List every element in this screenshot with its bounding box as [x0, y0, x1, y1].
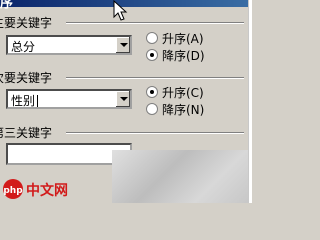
svg-text:中文网: 中文网 — [26, 182, 68, 199]
secondary-ascending-label: 升序(C) — [162, 86, 204, 100]
window-right-edge — [248, 0, 252, 203]
secondary-dropdown-button[interactable] — [115, 91, 130, 107]
secondary-key-combobox[interactable]: 性别 — [6, 89, 132, 109]
secondary-key-value: 性别 — [11, 92, 39, 109]
svg-text:php: php — [3, 186, 23, 196]
watermark-logo-icon: php 中文网 — [3, 179, 68, 199]
radio-indicator — [146, 86, 158, 98]
secondary-key-label: 次要关键字 — [0, 71, 53, 85]
secondary-descending-label: 降序(N) — [162, 103, 205, 117]
primary-ascending-radio[interactable]: 升序(A) — [146, 30, 204, 47]
primary-descending-label: 降序(D) — [162, 49, 205, 63]
tertiary-group-line — [66, 132, 244, 134]
blurred-region — [112, 150, 252, 203]
primary-key-value: 总分 — [11, 40, 36, 54]
window-title: 序 — [0, 0, 14, 11]
php-cn-watermark: php 中文网 — [2, 176, 82, 206]
primary-descending-radio[interactable]: 降序(D) — [146, 47, 205, 64]
radio-indicator — [146, 32, 158, 44]
primary-key-combobox[interactable]: 总分 — [6, 35, 132, 55]
secondary-group-line — [66, 77, 244, 79]
radio-indicator — [146, 49, 158, 61]
primary-ascending-label: 升序(A) — [162, 32, 204, 46]
text-caret — [37, 95, 39, 107]
primary-key-label: 主要关键字 — [0, 16, 53, 30]
primary-group-line — [66, 22, 244, 24]
secondary-ascending-radio[interactable]: 升序(C) — [146, 84, 204, 101]
mouse-cursor-icon — [113, 0, 128, 21]
secondary-descending-radio[interactable]: 降序(N) — [146, 101, 204, 118]
radio-indicator — [146, 103, 158, 115]
primary-dropdown-button[interactable] — [115, 37, 130, 53]
tertiary-key-label: 第三关键字 — [0, 126, 53, 140]
